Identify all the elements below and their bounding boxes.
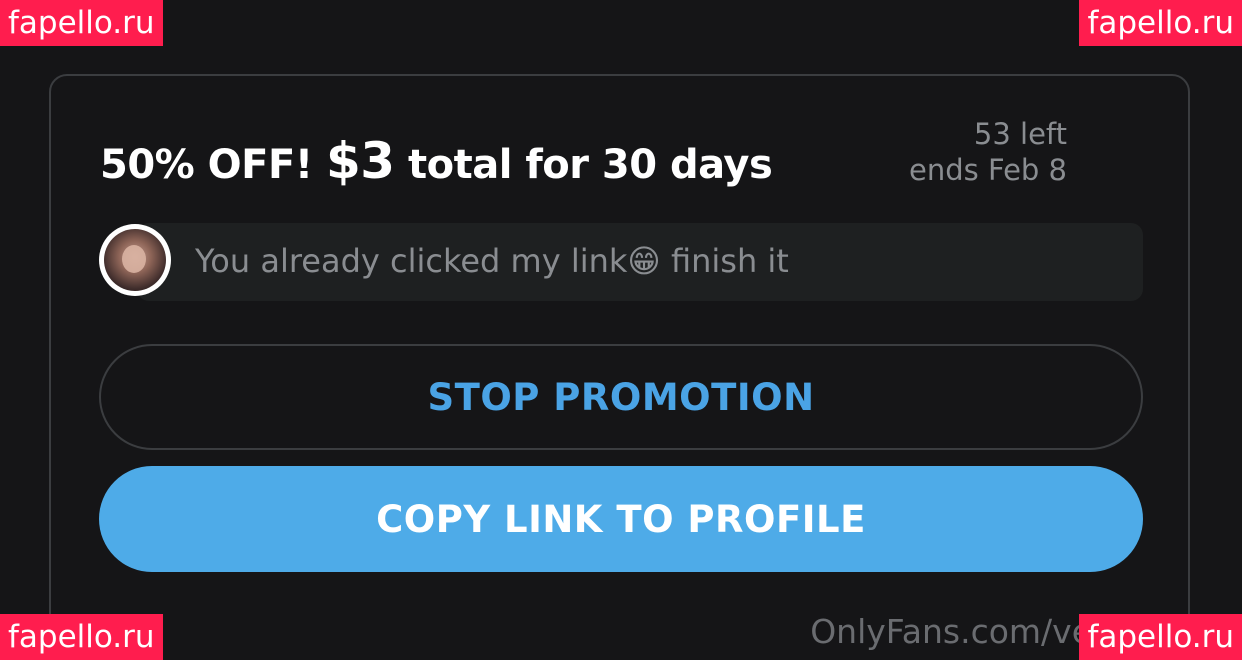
watermark-bottom-left: fapello.ru: [0, 614, 163, 660]
stop-promotion-button[interactable]: STOP PROMOTION: [99, 344, 1143, 450]
footer-watermark: OnlyFans.com/ve: [810, 612, 1092, 651]
headline-prefix: 50% OFF!: [100, 142, 326, 188]
message-text: You already clicked my link😁 finish it: [195, 242, 789, 280]
watermark-top-left: fapello.ru: [0, 0, 163, 46]
watermark-bottom-right: fapello.ru: [1079, 614, 1242, 660]
end-date: ends Feb 8: [909, 153, 1067, 187]
promotion-message: You already clicked my link😁 finish it: [99, 223, 1143, 301]
promotion-screen: 50% OFF! $3 total for 30 days 53 left en…: [0, 0, 1242, 660]
headline-suffix: total for 30 days: [394, 142, 773, 188]
copy-link-button[interactable]: COPY LINK TO PROFILE: [99, 466, 1143, 572]
promotion-headline: 50% OFF! $3 total for 30 days: [100, 132, 773, 190]
promotion-meta: 53 left ends Feb 8: [909, 116, 1067, 188]
headline-price: $3: [326, 132, 395, 190]
avatar-image: [104, 229, 166, 291]
watermark-top-right: fapello.ru: [1079, 0, 1242, 46]
avatar[interactable]: [99, 224, 171, 296]
remaining-count: 53 left: [973, 117, 1067, 151]
